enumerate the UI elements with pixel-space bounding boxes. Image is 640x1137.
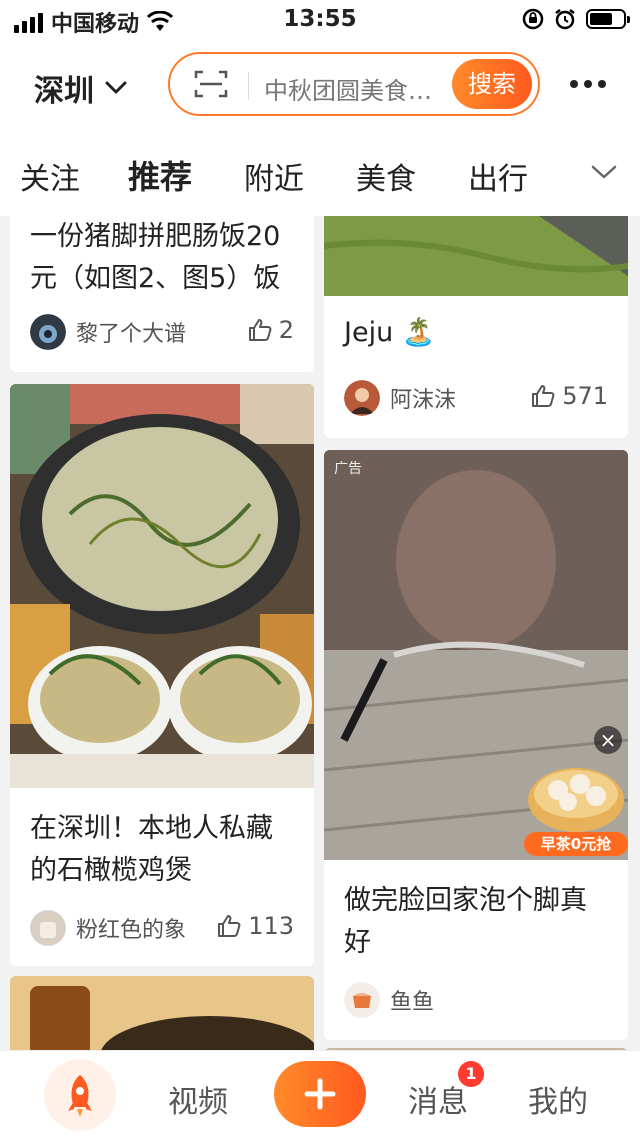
avatar	[344, 982, 380, 1018]
category-tabs: 关注 推荐 附近 美食 出行	[0, 130, 640, 216]
author-name: 阿沫沫	[390, 388, 457, 413]
plus-icon	[304, 1078, 336, 1110]
card-author[interactable]: 粉红色的象	[30, 910, 186, 946]
food-image	[10, 976, 314, 1050]
author-name: 鱼鱼	[390, 990, 435, 1015]
bottom-navigation: 视频 消息 1 我的	[0, 1050, 640, 1137]
city-selector[interactable]: 深圳	[34, 66, 128, 110]
like-button[interactable]: 571	[530, 382, 608, 410]
header: 深圳 中秋团圆美食… 搜索	[0, 40, 640, 130]
like-count: 571	[562, 382, 608, 410]
rocket-icon	[68, 1075, 92, 1117]
search-input[interactable]: 中秋团圆美食…	[264, 71, 442, 101]
feed-card[interactable]: Jeju 🏝️ 阿沫沫 571	[324, 216, 628, 438]
post-button[interactable]	[274, 1061, 366, 1127]
dim-sum-icon	[528, 768, 624, 832]
alarm-icon	[555, 9, 575, 30]
food-hotpot-image	[10, 384, 314, 788]
chevron-down-icon	[105, 81, 127, 94]
status-right	[522, 8, 630, 30]
search-button[interactable]: 搜索	[452, 59, 532, 109]
card-title: 做完脸回家泡个脚真好	[344, 885, 587, 958]
nav-home[interactable]	[44, 1059, 116, 1131]
feed-card[interactable]	[10, 976, 314, 1050]
message-badge: 1	[458, 1061, 484, 1087]
battery-icon	[586, 9, 630, 29]
avatar	[30, 910, 66, 946]
tab-travel[interactable]: 出行	[468, 154, 528, 198]
search-bar[interactable]: 中秋团圆美食… 搜索	[168, 52, 540, 116]
search-divider	[248, 72, 249, 100]
card-title: Jeju 🏝️	[344, 317, 436, 348]
avatar	[30, 314, 66, 350]
nav-me[interactable]: 我的	[528, 1077, 588, 1121]
tab-nearby[interactable]: 附近	[244, 154, 304, 198]
promo-badge[interactable]: 早茶0元抢	[524, 750, 628, 860]
ad-card[interactable]: 广告 × 早茶0元抢 做完脸回家泡个脚真好 鱼鱼	[324, 450, 628, 1040]
thumbs-up-icon	[218, 915, 241, 937]
nav-video[interactable]: 视频	[168, 1077, 228, 1121]
card-author[interactable]: 黎了个大谱	[30, 314, 186, 350]
like-button[interactable]: 2	[247, 316, 294, 344]
promo-text: 早茶0元抢	[524, 832, 628, 856]
tab-food[interactable]: 美食	[356, 154, 416, 198]
rotation-lock-icon	[522, 8, 544, 30]
like-count: 113	[248, 912, 294, 940]
avatar	[344, 380, 380, 416]
expand-tabs-icon[interactable]	[590, 162, 618, 182]
author-name: 黎了个大谱	[76, 322, 187, 347]
status-bar: 中国移动 13:55	[0, 0, 640, 40]
card-author[interactable]: 鱼鱼	[344, 982, 434, 1018]
like-count: 2	[278, 316, 294, 344]
tab-recommend[interactable]: 推荐	[128, 152, 193, 200]
tab-follow[interactable]: 关注	[20, 154, 80, 198]
card-title: 一份猪脚拼肥肠饭20元（如图2、图5）饭	[30, 221, 281, 294]
city-label: 深圳	[34, 74, 94, 109]
grass-image	[324, 216, 628, 296]
content-feed[interactable]: 一份猪脚拼肥肠饭20元（如图2、图5）饭 黎了个大谱 2 在深圳！本地人私藏的石…	[0, 216, 640, 1050]
scan-icon[interactable]	[194, 69, 228, 99]
thumbs-up-icon	[248, 319, 272, 341]
feed-card[interactable]: 一份猪脚拼肥肠饭20元（如图2、图5）饭 黎了个大谱 2	[10, 216, 314, 372]
author-name: 粉红色的象	[76, 918, 187, 943]
card-title: 在深圳！本地人私藏的石橄榄鸡煲	[30, 813, 273, 886]
thumbs-up-icon	[532, 385, 555, 407]
like-button[interactable]: 113	[216, 912, 294, 940]
ad-label: 广告	[334, 461, 362, 477]
feed-card[interactable]: 在深圳！本地人私藏的石橄榄鸡煲 粉红色的象 113	[10, 384, 314, 966]
more-options-icon[interactable]	[570, 80, 606, 88]
card-author[interactable]: 阿沫沫	[344, 380, 456, 416]
nav-messages[interactable]: 消息	[408, 1077, 468, 1121]
